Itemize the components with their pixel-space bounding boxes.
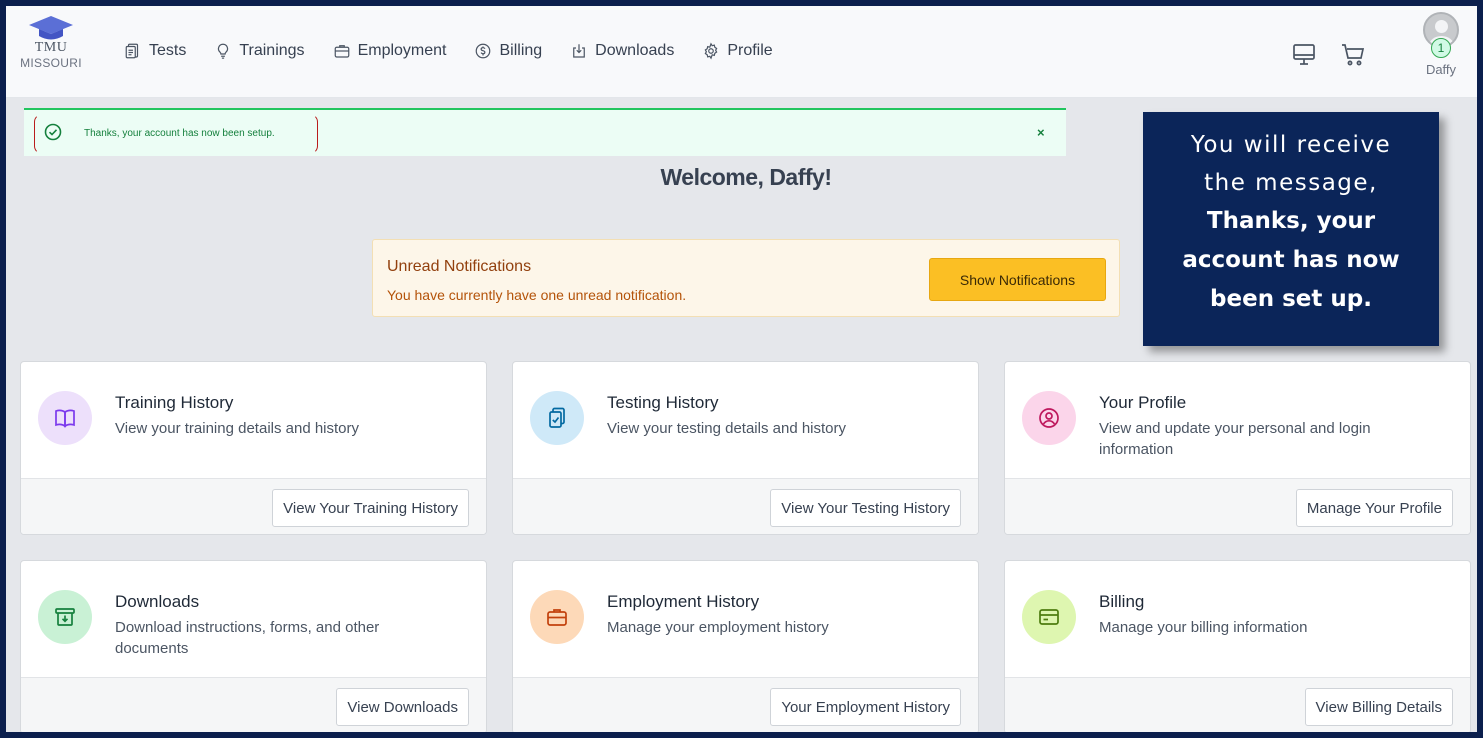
nav-downloads[interactable]: Downloads <box>570 42 674 60</box>
gear-icon <box>704 42 718 60</box>
view-testing-history-button[interactable]: View Your Testing History <box>770 489 961 527</box>
graduation-cap-icon <box>29 16 73 40</box>
book-icon <box>55 409 75 428</box>
top-header: TMU MISSOURI Tests Trainings Employment … <box>6 6 1477 98</box>
card-footer: Manage Your Profile <box>1005 478 1470 534</box>
card-description: Manage your employment history <box>607 619 829 636</box>
card-description: View your training details and history <box>115 420 360 437</box>
notification-count-badge: 1 <box>1431 38 1451 58</box>
callout-line4: account has now <box>1182 247 1400 273</box>
briefcase-icon <box>547 609 567 626</box>
card-footer: View Your Testing History <box>513 478 978 534</box>
clipboard-check-icon <box>549 407 565 428</box>
user-menu[interactable]: 1 Daffy <box>1417 12 1465 77</box>
briefcase-icon <box>334 45 349 58</box>
nav-trainings[interactable]: Trainings <box>214 42 305 60</box>
card-title: Downloads <box>115 592 200 611</box>
employment-history-button[interactable]: Your Employment History <box>770 688 961 726</box>
logo[interactable]: TMU MISSOURI <box>16 16 86 70</box>
card-icon-circle <box>530 590 584 644</box>
nav-profile[interactable]: Profile <box>702 42 773 60</box>
page-title: Welcome, Daffy! <box>660 164 832 190</box>
monitor-icon[interactable] <box>1291 42 1317 68</box>
card-footer: View Billing Details <box>1005 677 1470 732</box>
nav-trainings-label: Trainings <box>239 42 305 59</box>
callout-line2: the message, <box>1204 170 1378 196</box>
nav-downloads-label: Downloads <box>595 42 675 59</box>
nav-employment-label: Employment <box>357 42 447 59</box>
card-title: Training History <box>115 393 234 412</box>
nav-tests[interactable]: Tests <box>124 42 186 60</box>
clipboard-icon <box>125 43 139 59</box>
card-downloads: Downloads Download instructions, forms, … <box>20 560 487 732</box>
logo-line2: MISSOURI <box>20 56 82 70</box>
card-employment-history: Employment History Manage your employmen… <box>512 560 979 732</box>
card-description: Manage your billing information <box>1099 619 1308 636</box>
close-icon[interactable]: × <box>1037 125 1045 140</box>
view-downloads-button[interactable]: View Downloads <box>336 688 469 726</box>
card-footer: View Downloads <box>21 677 486 732</box>
success-alert: Thanks, your account has now been setup.… <box>24 108 1066 156</box>
dollar-icon <box>476 43 491 59</box>
nav-employment[interactable]: Employment <box>333 42 447 60</box>
notifications-panel: Unread Notifications You have currently … <box>372 239 1120 317</box>
callout-line3: Thanks, your <box>1206 208 1376 234</box>
user-circle-icon <box>1039 408 1059 428</box>
card-footer: Your Employment History <box>513 677 978 732</box>
nav-tests-label: Tests <box>149 42 187 59</box>
nav-billing[interactable]: Billing <box>474 42 542 60</box>
nav-billing-label: Billing <box>499 42 543 59</box>
card-description: View and update your personal and login … <box>1099 420 1371 458</box>
card-billing: Billing Manage your billing information … <box>1004 560 1471 732</box>
card-title: Testing History <box>607 393 719 412</box>
card-icon-circle <box>1022 590 1076 644</box>
card-footer: View Your Training History <box>21 478 486 534</box>
card-title: Employment History <box>607 592 760 611</box>
card-icon-circle <box>530 391 584 445</box>
callout-line5: been set up. <box>1210 286 1372 312</box>
alert-message: Thanks, your account has now been setup. <box>84 128 275 139</box>
manage-profile-button[interactable]: Manage Your Profile <box>1295 489 1453 527</box>
card-icon-circle <box>38 391 92 445</box>
check-circle-icon <box>44 123 62 141</box>
card-title: Billing <box>1099 592 1145 611</box>
view-billing-details-button[interactable]: View Billing Details <box>1304 688 1453 726</box>
card-your-profile: Your Profile View and update your person… <box>1004 361 1471 535</box>
show-notifications-button[interactable]: Show Notifications <box>929 258 1106 301</box>
user-name: Daffy <box>1425 62 1457 77</box>
callout-line1: You will receive <box>1190 132 1392 158</box>
logo-line1: TMU <box>34 40 68 55</box>
main-nav: Tests Trainings Employment Billing Downl… <box>124 42 801 60</box>
card-title: Your Profile <box>1099 393 1187 412</box>
card-testing-history: Testing History View your testing detail… <box>512 361 979 535</box>
instruction-callout: You will receive the message, Thanks, yo… <box>1143 112 1439 346</box>
card-icon-circle <box>38 590 92 644</box>
notifications-title: Unread Notifications <box>387 258 532 275</box>
credit-card-icon <box>1039 609 1059 625</box>
archive-icon <box>55 608 75 626</box>
app-frame: TMU MISSOURI Tests Trainings Employment … <box>0 0 1483 738</box>
card-icon-circle <box>1022 391 1076 445</box>
card-description: View your testing details and history <box>607 420 847 437</box>
view-training-history-button[interactable]: View Your Training History <box>272 489 469 527</box>
nav-profile-label: Profile <box>727 42 773 59</box>
lightbulb-icon <box>218 43 229 59</box>
download-icon <box>573 44 586 58</box>
notifications-text: You have currently have one unread notif… <box>387 287 687 303</box>
card-description: Download instructions, forms, and other … <box>115 619 380 657</box>
card-training-history: Training History View your training deta… <box>20 361 487 535</box>
cart-icon[interactable] <box>1340 42 1366 68</box>
